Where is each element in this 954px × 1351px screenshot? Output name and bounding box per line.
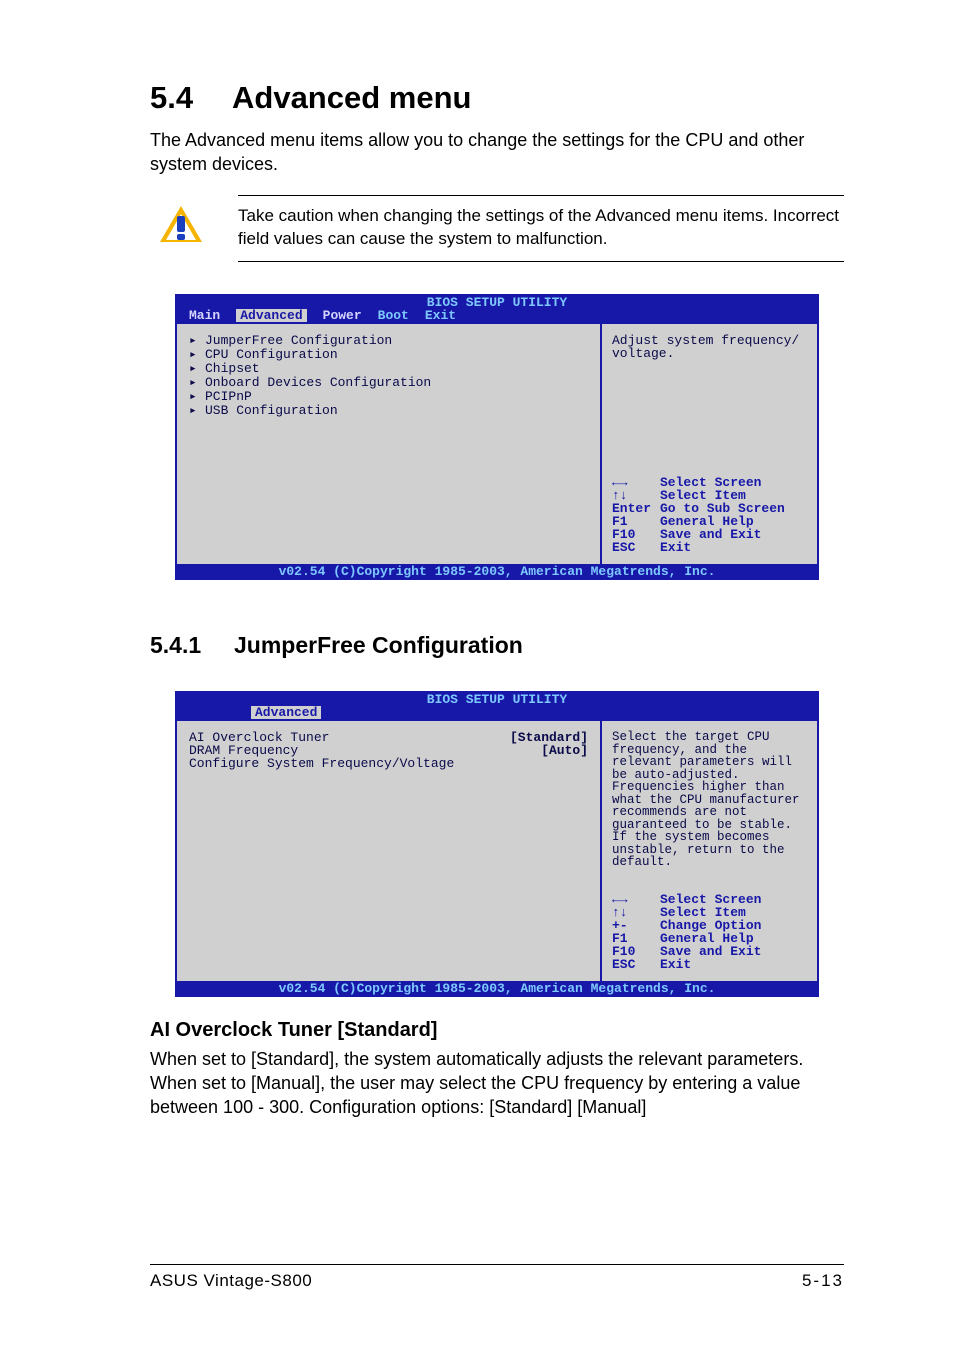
- bios-item: Onboard Devices Configuration: [205, 376, 431, 389]
- key-label: ESC: [612, 958, 660, 971]
- triangle-right-icon: ▸: [189, 334, 205, 347]
- section-title: Advanced menu: [232, 80, 471, 115]
- bios-screenshot-2: BIOS SETUP UTILITY Advanced AI Overclock…: [175, 691, 819, 997]
- bios-key-legend: ←→Select Screen ↑↓Select Item +-Change O…: [612, 893, 807, 971]
- key-action: Exit: [660, 541, 807, 554]
- footer-left: ASUS Vintage-S800: [150, 1271, 312, 1291]
- key-label: ESC: [612, 541, 660, 554]
- bios-item: PCIPnP: [205, 390, 252, 403]
- subsection-number: 5.4.1: [150, 632, 234, 659]
- section-number: 5.4: [150, 80, 232, 116]
- bios-copyright: v02.54 (C)Copyright 1985-2003, American …: [175, 981, 819, 997]
- bios-item: Chipset: [205, 362, 260, 375]
- key-action: Exit: [660, 958, 807, 971]
- bios-submenu-list: ▸JumperFree Configuration ▸CPU Configura…: [189, 334, 588, 417]
- triangle-right-icon: ▸: [189, 390, 205, 403]
- bios-menu-advanced: Advanced: [236, 309, 306, 322]
- warning-icon: [160, 204, 202, 246]
- triangle-right-icon: ▸: [189, 348, 205, 361]
- bios-menu-boot: Boot: [378, 309, 425, 322]
- bios-field-name: Configure System Frequency/Voltage: [189, 757, 588, 770]
- bios-item: CPU Configuration: [205, 348, 338, 361]
- caution-box: Take caution when changing the settings …: [238, 195, 844, 263]
- bios-menu-exit: Exit: [425, 309, 472, 322]
- footer-right: 5-13: [802, 1271, 844, 1291]
- bios-copyright: v02.54 (C)Copyright 1985-2003, American …: [175, 564, 819, 580]
- triangle-right-icon: ▸: [189, 404, 205, 417]
- intro-paragraph: The Advanced menu items allow you to cha…: [150, 128, 844, 177]
- bios-help-text: Adjust system frequency/ voltage.: [612, 334, 807, 434]
- bios-item: USB Configuration: [205, 404, 338, 417]
- bios-key-legend: ←→Select Screen ↑↓Select Item EnterGo to…: [612, 476, 807, 554]
- section-heading: 5.4Advanced menu: [150, 80, 844, 116]
- bios-menu-bar: Main Advanced Power Boot Exit: [175, 309, 819, 324]
- page-footer: ASUS Vintage-S800 5-13: [150, 1264, 844, 1291]
- subsection-title: JumperFree Configuration: [234, 632, 523, 658]
- bios-item: JumperFree Configuration: [205, 334, 392, 347]
- item-heading: AI Overclock Tuner [Standard]: [150, 1019, 844, 1042]
- triangle-right-icon: ▸: [189, 362, 205, 375]
- bios-menu-bar: Advanced: [175, 706, 819, 721]
- bios-help-text: Select the target CPU frequency, and the…: [612, 731, 807, 869]
- bios-screenshot-1: BIOS SETUP UTILITY Main Advanced Power B…: [175, 294, 819, 580]
- triangle-right-icon: ▸: [189, 376, 205, 389]
- subsection-heading: 5.4.1JumperFree Configuration: [150, 632, 844, 659]
- item-body: When set to [Standard], the system autom…: [150, 1048, 844, 1119]
- bios-field-value: [Auto]: [541, 744, 588, 757]
- bios-menu-power: Power: [323, 309, 378, 322]
- caution-text: Take caution when changing the settings …: [238, 206, 839, 249]
- bios-menu-main: Main: [189, 309, 236, 322]
- bios-menu-advanced: Advanced: [251, 706, 321, 719]
